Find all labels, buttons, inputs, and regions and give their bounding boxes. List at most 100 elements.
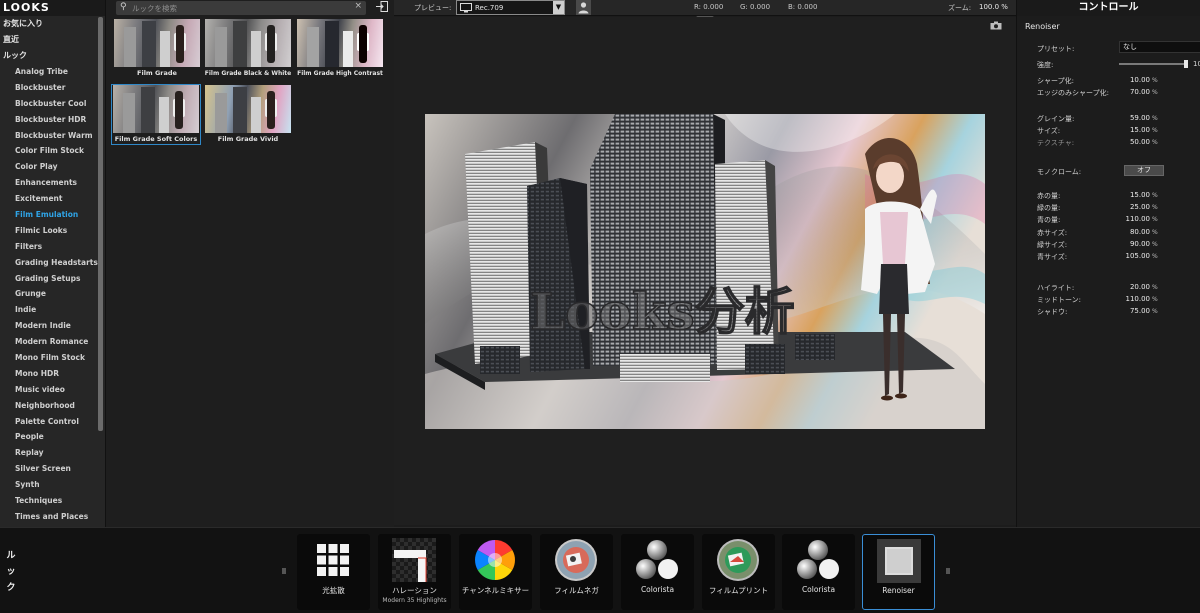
effect-tile-halation[interactable]: ハレーション Modern 35 Highlights [378,534,451,610]
sidebar-category-item[interactable]: Filters [0,239,105,255]
strength-value[interactable]: 10 [1193,60,1200,68]
param-value[interactable]: 110.00 [1124,295,1151,303]
sidebar-category-item[interactable]: Analog Tribe [0,64,105,80]
sidebar-category-item[interactable]: Blockbuster HDR [0,112,105,128]
sidebar-category-item[interactable]: Blockbuster Warm [0,128,105,144]
effect-chain: ル ッ ク 光拡散 ハレーション Modern 35 Highlights チャ… [0,527,1200,613]
look-thumbnail-film-grade-soft-colors[interactable]: Film Grade Soft Colors [111,84,201,145]
param-unit: % [1152,296,1158,304]
sidebar-category-item[interactable]: Silver Screen [0,461,105,477]
param-value[interactable]: 105.00 [1124,252,1151,260]
camera-icon[interactable] [990,21,1002,30]
sidebar-category-item[interactable]: Grading Setups [0,271,105,287]
monochrome-toggle[interactable]: オフ [1124,165,1164,176]
readout-r: R: 0.000 [694,3,724,11]
sidebar-category-item[interactable]: Techniques [0,493,105,509]
param-label: テクスチャ: [1037,139,1075,148]
readout-g: G: 0.000 [740,3,771,11]
sidebar-category-item[interactable]: Modern Romance [0,334,105,350]
param-value[interactable]: 20.00 [1124,283,1150,291]
param-unit: % [1152,204,1158,212]
param-unit: % [1152,77,1158,84]
param-label: 緑サイズ: [1037,240,1068,249]
param-label: シャドウ: [1037,308,1068,317]
sidebar-category-item[interactable]: Times and Places [0,509,105,525]
zoom-label: ズーム: [948,4,972,12]
preset-select[interactable]: なし [1119,41,1200,53]
looks-tab-char: ク [6,583,16,593]
param-value[interactable]: 15.00 [1124,126,1150,134]
param-value[interactable]: 110.00 [1124,215,1151,223]
param-value[interactable]: 70.00 [1124,88,1150,96]
sidebar-category-item[interactable]: Blockbuster Cool [0,96,105,112]
sidebar-item-favorites[interactable]: お気に入り [0,16,105,32]
thumbnail-image [205,85,291,133]
param-value[interactable]: 15.00 [1124,191,1150,199]
effect-tile-colorista-2[interactable]: Colorista [782,534,855,610]
sidebar-category-item[interactable]: Synth [0,477,105,493]
export-icon[interactable] [374,1,390,15]
param-value[interactable]: 25.00 [1124,203,1150,211]
sidebar-item-looks[interactable]: ルック [0,48,105,64]
sidebar-category-item[interactable]: Modern Indie [0,318,105,334]
sidebar-category-item[interactable]: Excitement [0,191,105,207]
look-thumbnail-film-grade-vivid[interactable]: Film Grade Vivid [204,85,292,144]
sidebar-category-item[interactable]: Indie [0,302,105,318]
renoiser-icon [877,539,921,583]
colorspace-select[interactable]: Rec.709 ▼ [456,0,565,15]
sidebar-item-recent[interactable]: 直近 [0,32,105,48]
effect-sublabel: Modern 35 Highlights [382,597,447,604]
scroll-right-handle[interactable] [946,568,950,574]
sidebar-category-item[interactable]: Grading Headstarts [0,255,105,271]
monochrome-label: モノクローム: [1037,168,1082,176]
sidebar-category-item[interactable]: Mono HDR [0,366,105,382]
param-value[interactable]: 90.00 [1124,240,1150,248]
sidebar-category-item[interactable]: Color Film Stock [0,143,105,159]
sidebar-category-item[interactable]: Color Play [0,159,105,175]
sidebar-category-item[interactable]: Blockbuster [0,80,105,96]
look-thumbnail-film-grade[interactable]: Film Grade [113,19,201,78]
preset-label: プリセット: [1037,45,1075,53]
sidebar-category-item[interactable]: Filmic Looks [0,223,105,239]
effect-label: ハレーション [392,586,437,595]
person-icon[interactable] [576,0,591,15]
sidebar-category-item[interactable]: Palette Control [0,414,105,430]
sidebar-category-item[interactable]: Neighborhood [0,398,105,414]
strength-slider[interactable] [1119,63,1185,65]
param-value[interactable]: 50.00 [1124,138,1150,146]
param-value[interactable]: 10.00 [1124,76,1150,84]
effect-tile-diffusion[interactable]: 光拡散 [297,534,370,610]
param-unit: % [1152,240,1158,248]
zoom-value[interactable]: 100.0 % [979,3,1008,11]
param-value[interactable]: 80.00 [1124,228,1150,236]
param-label: サイズ: [1037,127,1061,136]
looks-app: LOOKS お気に入り 直近 ルック Analog Tribe Blockbust… [0,0,1200,613]
sidebar-category-item[interactable]: Replay [0,445,105,461]
preview-image[interactable]: Looks分析 [425,114,985,429]
scroll-left-handle[interactable] [282,568,286,574]
effect-tile-film-negative[interactable]: フィルムネガ [540,534,613,610]
sidebar-category-item[interactable]: People [0,429,105,445]
chevron-down-icon: ▼ [553,1,564,14]
effect-tile-renoiser[interactable]: Renoiser [862,534,935,610]
param-value[interactable]: 75.00 [1124,307,1150,315]
sidebar-category-item[interactable]: Music video [0,382,105,398]
clear-icon[interactable]: × [354,1,362,11]
strength-slider-handle[interactable] [1183,60,1188,68]
sidebar-scrollbar[interactable] [98,17,103,431]
look-thumbnail-film-grade-high-contrast[interactable]: Film Grade High Contrast [296,19,384,78]
param-label: エッジのみシャープ化: [1037,89,1109,98]
sidebar-category-item[interactable]: Mono Film Stock [0,350,105,366]
sidebar-category-item[interactable]: Enhancements [0,175,105,191]
looks-tab[interactable]: ル ッ ク [2,548,20,596]
effect-label: フィルムプリント [708,586,769,595]
look-thumbnail-film-grade-bw[interactable]: Film Grade Black & White [204,19,292,78]
effect-name: Renoiser [1025,22,1060,31]
effect-tile-film-print[interactable]: フィルムプリント [702,534,775,610]
effect-tile-channel-mixer[interactable]: チャンネルミキサー [459,534,532,610]
sidebar-category-item[interactable]: Film Emulation [0,207,105,223]
search-input[interactable] [132,2,342,14]
effect-tile-colorista-1[interactable]: Colorista [621,534,694,610]
sidebar-category-item[interactable]: Grunge [0,286,105,302]
param-value[interactable]: 59.00 [1124,114,1150,122]
